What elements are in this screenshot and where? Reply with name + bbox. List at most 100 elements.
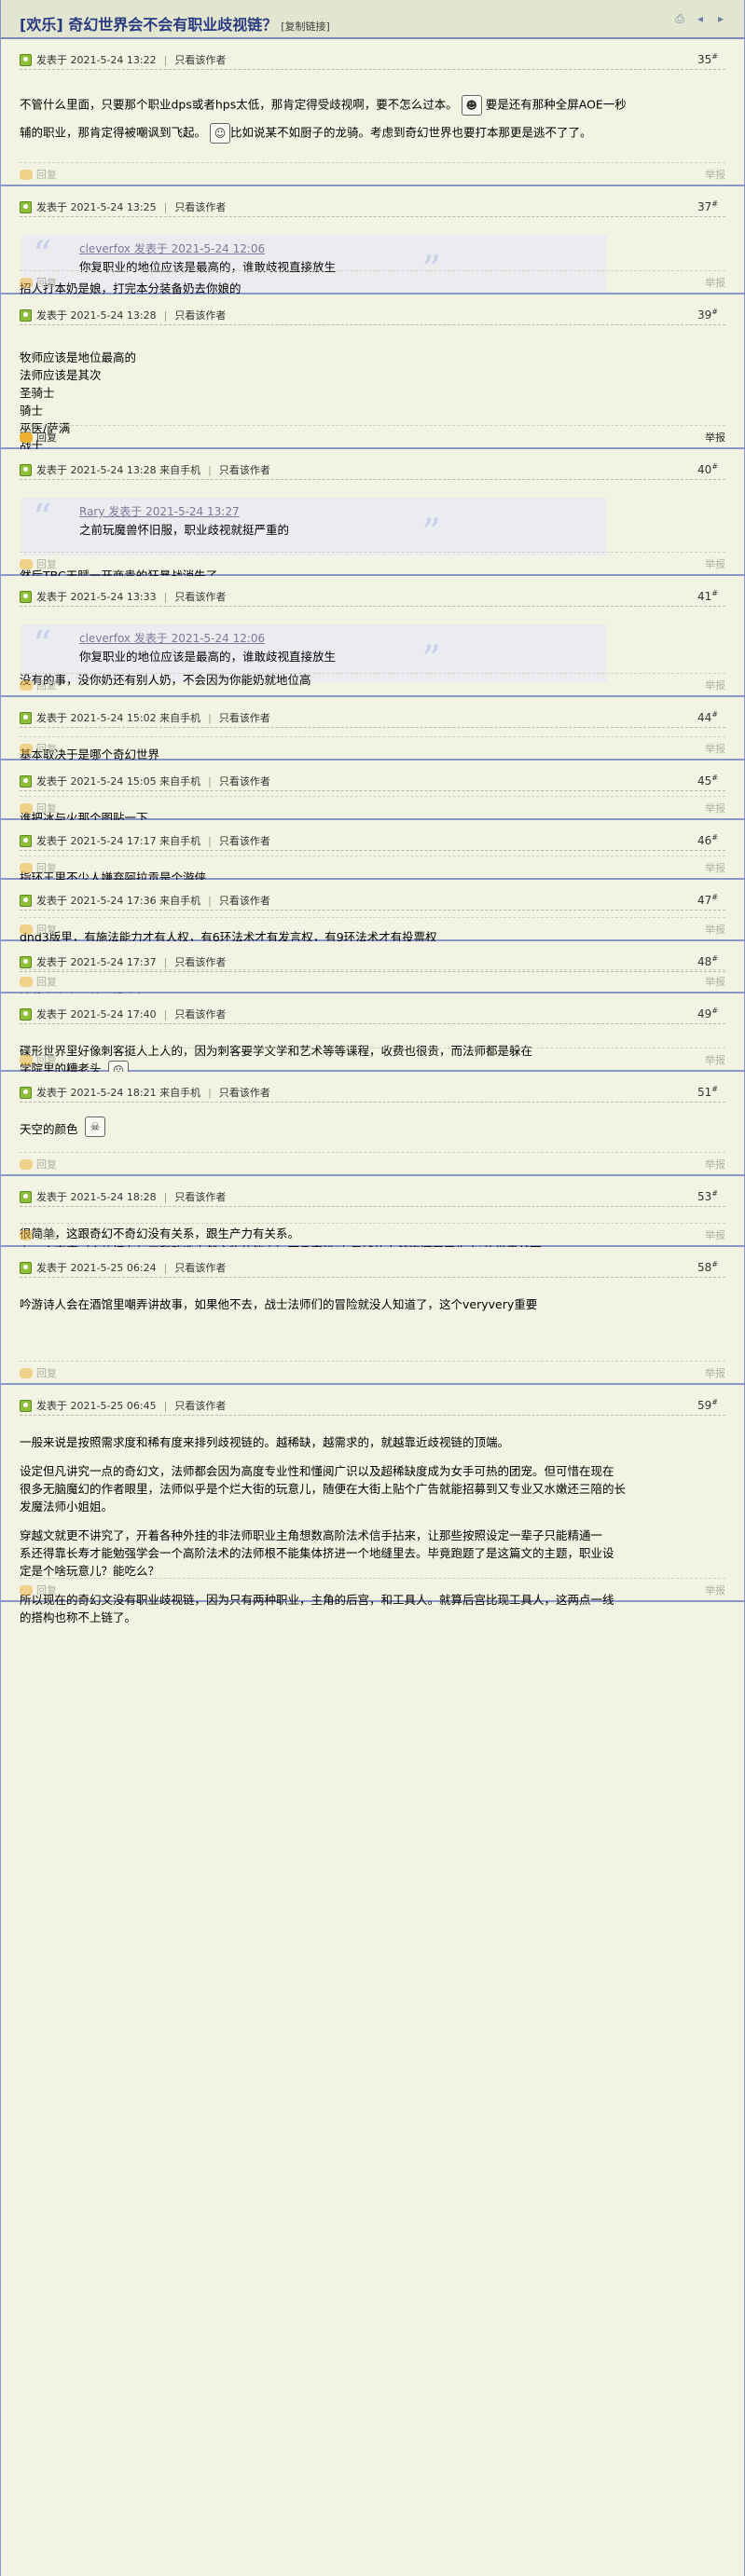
- post-line-row: 天空的颜色: [20, 1120, 725, 1138]
- floor-value: 49: [697, 1007, 712, 1021]
- quote-author[interactable]: Rary 发表于 2021-5-24 13:27: [79, 503, 240, 519]
- prev-icon[interactable]: ◂: [694, 12, 707, 25]
- divider: [20, 69, 725, 70]
- post-meta: 发表于 2021-5-24 13:33 | 只看该作者: [20, 589, 226, 604]
- reply-button[interactable]: 回复: [20, 678, 57, 692]
- post-44: 发表于 2021-5-24 15:02 来自手机 | 只看该作者 44# 基本取决于是哪…: [1, 697, 744, 761]
- only-author-link[interactable]: 只看该作者: [219, 833, 270, 848]
- reply-button[interactable]: 回复: [20, 1583, 57, 1597]
- floor-number[interactable]: 45#: [697, 774, 718, 788]
- only-author-link[interactable]: 只看该作者: [219, 1085, 270, 1100]
- floor-number[interactable]: 46#: [697, 833, 718, 847]
- only-author-link[interactable]: 只看该作者: [174, 308, 226, 322]
- post-body: 不管什么里面，只要那个职业dps或者hps太低，那肯定得受歧视啊，要不怎么过本。…: [20, 95, 725, 144]
- only-author-link[interactable]: 只看该作者: [174, 52, 226, 67]
- reply-button[interactable]: 回复: [20, 167, 57, 182]
- post-line-row: 发魔法师小姐姐。: [20, 1498, 725, 1515]
- reply-button[interactable]: 回复: [20, 1157, 57, 1172]
- only-author-link[interactable]: 只看该作者: [174, 589, 226, 604]
- floor-number[interactable]: 35#: [697, 52, 718, 66]
- floor-number[interactable]: 59#: [697, 1398, 718, 1412]
- report-link[interactable]: 举报: [705, 801, 725, 815]
- report-link[interactable]: 举报: [705, 1227, 725, 1242]
- floor-number[interactable]: 47#: [697, 893, 718, 907]
- post-line-row: 辅的职业，那肯定得被嘲讽到飞起。 ☺ 比如说某不如厨子的龙骑。考虑到奇幻世界也要打…: [20, 123, 725, 144]
- only-author-link[interactable]: 只看该作者: [174, 1398, 226, 1413]
- post-41: 发表于 2021-5-24 13:33 | 只看该作者 41# “” cleverfox …: [1, 576, 744, 729]
- post-meta: 发表于 2021-5-24 18:28 | 只看该作者: [20, 1189, 226, 1204]
- quote-close-icon: ”: [421, 512, 441, 555]
- only-author-link[interactable]: 只看该作者: [219, 893, 270, 908]
- reply-button[interactable]: 回复: [20, 860, 57, 875]
- copy-link[interactable]: [复制链接]: [281, 21, 330, 33]
- only-author-link[interactable]: 只看该作者: [174, 199, 226, 214]
- reply-button[interactable]: 回复: [20, 1365, 57, 1380]
- post-49: 发表于 2021-5-24 17:40 | 只看该作者 49# 碟形世界里好像刺客挺人上…: [1, 993, 744, 1081]
- only-author-link[interactable]: 只看该作者: [174, 1189, 226, 1204]
- floor-value: 48: [697, 955, 712, 968]
- divider: [20, 606, 725, 607]
- post-line: 不管什么里面，只要那个职业dps或者hps太低，那肯定得受歧视啊，要不怎么过本。: [20, 97, 458, 112]
- report-link[interactable]: 举报: [705, 275, 725, 290]
- posted-label: 发表于: [36, 201, 67, 213]
- divider: [20, 910, 725, 911]
- floor-number[interactable]: 58#: [697, 1260, 718, 1274]
- posted-label: 发表于: [36, 712, 67, 724]
- floor-number[interactable]: 48#: [697, 954, 718, 968]
- only-author-link[interactable]: 只看该作者: [219, 462, 270, 477]
- post-meta: 发表于 2021-5-24 13:28 来自手机 | 只看该作者: [20, 462, 270, 477]
- print-icon[interactable]: ⎙: [673, 12, 686, 25]
- divider: |: [163, 308, 168, 322]
- quote-author[interactable]: cleverfox 发表于 2021-5-24 12:06: [79, 630, 265, 646]
- floor-number[interactable]: 53#: [697, 1189, 718, 1203]
- report-link[interactable]: 举报: [705, 678, 725, 692]
- user-icon: [20, 1261, 32, 1274]
- report-link[interactable]: 举报: [705, 974, 725, 989]
- report-link[interactable]: 举报: [705, 1052, 725, 1067]
- next-icon[interactable]: ▸: [714, 12, 727, 25]
- floor-value: 35: [697, 53, 712, 66]
- reply-button[interactable]: 回复: [20, 741, 57, 756]
- floor-number[interactable]: 51#: [697, 1085, 718, 1099]
- report-link[interactable]: 举报: [705, 556, 725, 571]
- floor-number[interactable]: 41#: [697, 589, 718, 603]
- reply-button[interactable]: 回复: [20, 974, 57, 989]
- post-meta: 发表于 2021-5-24 17:40 | 只看该作者: [20, 1007, 226, 1021]
- floor-number[interactable]: 37#: [697, 199, 718, 213]
- reply-button[interactable]: 回复: [20, 556, 57, 571]
- post-37: 发表于 2021-5-24 13:25 | 只看该作者 37# “” cleverfox …: [1, 186, 744, 324]
- reply-button[interactable]: 回复: [20, 430, 57, 445]
- report-link[interactable]: 举报: [705, 1157, 725, 1172]
- report-link[interactable]: 举报: [705, 1365, 725, 1380]
- divider: |: [163, 1007, 168, 1021]
- only-author-link[interactable]: 只看该作者: [219, 710, 270, 725]
- only-author-link[interactable]: 只看该作者: [174, 954, 226, 969]
- quote-author[interactable]: cleverfox 发表于 2021-5-24 12:06: [79, 240, 265, 256]
- floor-number[interactable]: 49#: [697, 1007, 718, 1021]
- post-body: 吟游诗人会在酒馆里嘲弄讲故事，如果他不去，战士法师们的冒险就没人知道了，这个ve…: [20, 1295, 725, 1313]
- only-author-link[interactable]: 只看该作者: [219, 774, 270, 788]
- reply-icon: [20, 558, 33, 569]
- floor-number[interactable]: 44#: [697, 710, 718, 724]
- post-line: 的搭构也称不上链了。: [20, 1610, 137, 1624]
- report-link[interactable]: 举报: [705, 860, 725, 875]
- report-link[interactable]: 举报: [705, 741, 725, 756]
- reply-label: 回复: [36, 1584, 57, 1596]
- reply-button[interactable]: 回复: [20, 275, 57, 290]
- reply-button[interactable]: 回复: [20, 801, 57, 815]
- floor-number[interactable]: 40#: [697, 462, 718, 476]
- reply-label: 回复: [36, 277, 57, 289]
- user-icon: [20, 1190, 32, 1203]
- only-author-link[interactable]: 只看该作者: [174, 1007, 226, 1021]
- report-link[interactable]: 举报: [705, 430, 725, 445]
- only-author-link[interactable]: 只看该作者: [174, 1260, 226, 1275]
- report-link[interactable]: 举报: [705, 922, 725, 937]
- floor-number[interactable]: 39#: [697, 308, 718, 322]
- reply-button[interactable]: 回复: [20, 922, 57, 937]
- report-link[interactable]: 举报: [705, 1583, 725, 1597]
- report-link[interactable]: 举报: [705, 167, 725, 182]
- reply-button[interactable]: 回复: [20, 1227, 57, 1242]
- thread-header: [欢乐] 奇幻世界会不会有职业歧视链？ [复制链接] ⎙ ◂ ▸: [1, 0, 744, 39]
- post-line: 法师应该是其次: [20, 368, 102, 382]
- reply-button[interactable]: 回复: [20, 1052, 57, 1067]
